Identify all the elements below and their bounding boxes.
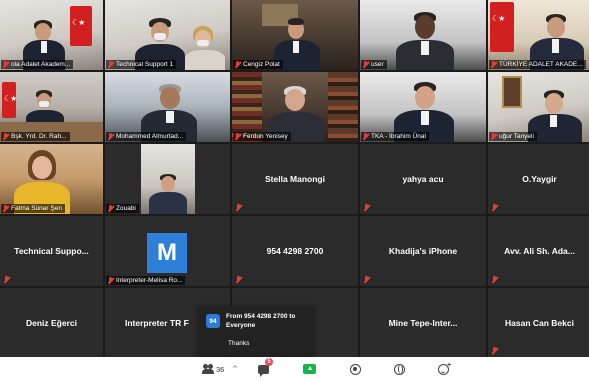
participant-name-label: TÜRKİYE ADALET AKADE... — [489, 60, 586, 69]
flag-image — [2, 82, 16, 118]
participant-tile[interactable]: Technical Support 1 — [105, 0, 230, 70]
participant-name-label: Bşk. Yrd. Dr. Rah... — [1, 132, 70, 141]
chat-button[interactable]: 5 — [258, 358, 273, 377]
participant-name: Technical Suppo... — [14, 246, 89, 256]
mic-muted-icon — [491, 204, 499, 212]
participant-tile[interactable]: user — [360, 0, 486, 70]
mic-muted-icon — [2, 204, 9, 213]
flag-image — [70, 6, 92, 46]
smiley-icon: + — [438, 361, 452, 375]
chat-unread-badge: 5 — [265, 358, 273, 366]
mic-muted-icon — [234, 132, 241, 141]
mic-muted-icon — [2, 60, 9, 69]
mic-muted-icon — [491, 276, 499, 284]
participant-tile[interactable]: M Interpreter-Melisa Ro... — [105, 216, 230, 286]
participant-tile[interactable]: Deniz Eğerci — [0, 288, 103, 357]
participant-name: Hasan Can Bekci — [505, 317, 574, 328]
participant-name: Mine Tepe-Inter... — [388, 317, 458, 328]
participant-name-label: Fatma Sünar Şen — [1, 204, 65, 213]
participant-tile[interactable]: Mohammed Almurtad... — [105, 72, 230, 142]
participant-tile[interactable]: Ferdun Yenisey — [232, 72, 358, 142]
participant-tile[interactable]: yahya acu — [360, 144, 486, 214]
mic-muted-icon — [3, 276, 11, 284]
avatar: M — [147, 233, 187, 273]
mic-muted-icon — [235, 204, 243, 212]
participant-tile[interactable]: 954 4298 2700 — [232, 216, 358, 286]
mic-muted-icon — [107, 276, 114, 285]
participant-tile[interactable]: TKA - İbrahim Ünal — [360, 72, 486, 142]
interpretation-button[interactable] — [394, 361, 405, 377]
mic-muted-icon — [235, 276, 243, 284]
participant-name: yahya acu — [402, 174, 444, 184]
mic-muted-icon — [490, 132, 497, 141]
participant-name-label: Interpreter-Melisa Ro... — [106, 276, 186, 285]
mic-muted-icon — [491, 347, 499, 355]
participant-tile[interactable]: Fatma Sünar Şen — [0, 144, 103, 214]
participant-tile[interactable]: Cengiz Polat — [232, 0, 358, 70]
participant-tile[interactable]: Hasan Can Bekci — [488, 288, 589, 357]
mic-muted-icon — [490, 60, 497, 69]
participant-name: Avv. Ali Sh. Ada... — [504, 246, 575, 256]
participant-tile[interactable]: ola Adalet Akadem... — [0, 0, 103, 70]
participants-count: 36 — [216, 364, 225, 374]
mic-muted-icon — [362, 60, 369, 69]
participant-name-label: user — [361, 60, 387, 69]
participant-name-label: ola Adalet Akadem... — [1, 60, 74, 69]
participant-name-label: Ferdun Yenisey — [233, 132, 291, 141]
participant-tile[interactable]: O.Yaygir — [488, 144, 589, 214]
chat-notification-title: From 954 4298 2700 to Everyone — [226, 313, 296, 329]
participants-options-button[interactable]: ^ — [232, 361, 238, 377]
participant-tile[interactable]: Zouabi — [105, 144, 230, 214]
participant-name-label: uğur Tanyeli — [489, 132, 537, 141]
participant-tile[interactable]: Technical Suppo... — [0, 216, 103, 286]
chevron-up-icon: ^ — [232, 365, 238, 373]
video-gallery: ola Adalet Akadem... Technical Support 1… — [0, 0, 589, 357]
mic-muted-icon — [362, 132, 369, 141]
record-icon — [350, 363, 361, 375]
globe-icon — [394, 363, 405, 375]
chat-notification-message: Thanks — [228, 340, 250, 347]
share-screen-button[interactable] — [303, 361, 316, 377]
mic-muted-icon — [107, 204, 114, 213]
participant-name: 954 4298 2700 — [266, 246, 324, 256]
sender-avatar: 94 — [206, 314, 220, 328]
participant-tile[interactable]: uğur Tanyeli — [488, 72, 589, 142]
record-button[interactable] — [350, 361, 361, 377]
participant-name-label: TKA - İbrahim Ünal — [361, 132, 429, 141]
participant-name-label: Technical Support 1 — [106, 60, 177, 69]
participants-icon — [202, 364, 214, 374]
reactions-button[interactable]: + — [438, 361, 452, 377]
participant-tile[interactable]: Mine Tepe-Inter... — [360, 288, 486, 357]
mic-muted-icon — [107, 60, 114, 69]
participant-name-label: Cengiz Polat — [233, 60, 283, 69]
participant-name: O.Yaygir — [522, 174, 557, 184]
mic-muted-icon — [363, 276, 371, 284]
share-screen-icon — [303, 364, 316, 374]
plus-icon: + — [447, 361, 452, 369]
participant-tile[interactable]: Stella Manongi — [232, 144, 358, 214]
participant-tile[interactable]: Khadija's iPhone — [360, 216, 486, 286]
mic-muted-icon — [363, 204, 371, 212]
participant-name-label: Zouabi — [106, 204, 139, 213]
participant-name-label: Mohammed Almurtad... — [106, 132, 187, 141]
chat-notification[interactable]: 94 From 954 4298 2700 to Everyone Thanks — [198, 306, 314, 361]
mic-muted-icon — [234, 60, 241, 69]
participants-button[interactable]: 36 — [202, 361, 224, 377]
flag-image — [490, 2, 514, 52]
participant-name: Khadija's iPhone — [388, 246, 458, 256]
mic-muted-icon — [2, 132, 9, 141]
mic-muted-icon — [107, 132, 114, 141]
participant-tile[interactable]: Bşk. Yrd. Dr. Rah... — [0, 72, 103, 142]
participant-tile[interactable]: Avv. Ali Sh. Ada... — [488, 216, 589, 286]
meeting-toolbar: 36 ^ 5 + — [0, 357, 589, 381]
participant-name: Stella Manongi — [265, 174, 325, 184]
participant-name: Deniz Eğerci — [25, 317, 78, 328]
participant-tile[interactable]: TÜRKİYE ADALET AKADE... — [488, 0, 589, 70]
